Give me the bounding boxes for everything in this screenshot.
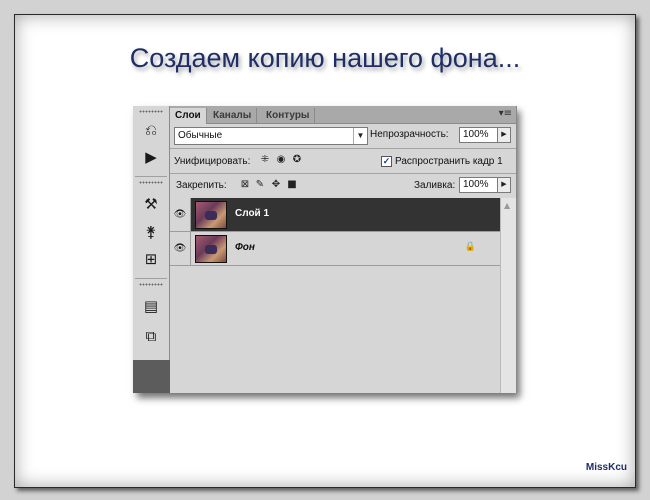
clone-source-icon[interactable]: ⊞ xyxy=(141,249,161,269)
blend-opacity-row: Обычные ▼ Непрозрачность: 100% ▶ xyxy=(170,124,516,148)
brushes-icon[interactable]: ⚵ xyxy=(141,222,161,242)
panel-dock: ⎌ ▶ ⚒ ⚵ ⊞ ▤ ⧉ xyxy=(133,106,170,393)
lock-label: Закрепить: xyxy=(176,180,227,191)
unify-position-icon[interactable]: ⁜ xyxy=(259,154,271,166)
watermark: MissKcu xyxy=(585,462,627,473)
layer-name[interactable]: Слой 1 xyxy=(235,208,269,219)
layer-comps-icon[interactable]: ⧉ xyxy=(141,326,161,346)
tool-presets-icon[interactable]: ⚒ xyxy=(141,194,161,214)
fill-arrow-icon[interactable]: ▶ xyxy=(497,177,511,193)
layer-row-background[interactable]: 👁 Фон 🔒 xyxy=(170,232,500,266)
layer-thumbnail xyxy=(195,201,227,229)
blend-mode-select[interactable]: Обычные ▼ xyxy=(174,127,368,145)
photoshop-layers-window: ⎌ ▶ ⚒ ⚵ ⊞ ▤ ⧉ Слои Каналы Контуры ▾≡ Обы… xyxy=(133,106,517,393)
tab-channels[interactable]: Каналы xyxy=(208,108,258,123)
blend-mode-value: Обычные xyxy=(178,130,223,141)
actions-play-icon[interactable]: ▶ xyxy=(141,147,161,167)
layer-name[interactable]: Фон xyxy=(235,242,255,253)
lock-transparency-icon[interactable]: ⊠ xyxy=(239,179,251,191)
unify-label: Унифицировать: xyxy=(174,156,251,167)
eye-icon[interactable]: 👁 xyxy=(170,198,191,231)
scroll-up-icon[interactable]: ▲ xyxy=(504,201,510,210)
chevron-down-icon[interactable]: ▼ xyxy=(353,128,367,144)
eye-icon[interactable]: 👁 xyxy=(170,232,191,265)
info-icon[interactable]: ▤ xyxy=(141,296,161,316)
opacity-input[interactable]: 100% xyxy=(459,127,498,143)
unify-visibility-icon[interactable]: ◉ xyxy=(275,154,287,166)
dock-divider-2 xyxy=(135,278,167,279)
fill-label: Заливка: xyxy=(414,180,456,191)
lock-brush-icon[interactable]: ✎ xyxy=(254,179,266,191)
propagate-label: Распространить кадр 1 xyxy=(395,156,503,167)
opacity-arrow-icon[interactable]: ▶ xyxy=(497,127,511,143)
dock-grip-3[interactable] xyxy=(139,283,163,286)
dock-grip[interactable] xyxy=(139,110,163,113)
layer-thumbnail xyxy=(195,235,227,263)
layers-panel: Слои Каналы Контуры ▾≡ Обычные ▼ Непрозр… xyxy=(170,106,517,393)
lock-all-icon[interactable]: ■ xyxy=(286,179,298,191)
propagate-checkbox[interactable]: ✓ xyxy=(381,156,392,167)
lock-fill-row: Закрепить: ⊠ ✎ ✥ ■ Заливка: 100% ▶ xyxy=(170,174,516,198)
dock-divider xyxy=(135,176,167,177)
unify-row: Унифицировать: ⁜ ◉ ✪ ✓ Распространить ка… xyxy=(170,149,516,173)
dock-grip-2[interactable] xyxy=(139,181,163,184)
layers-scrollbar[interactable]: ▲ xyxy=(500,198,516,393)
layer-row-1[interactable]: 👁 Слой 1 xyxy=(170,198,500,232)
history-icon[interactable]: ⎌ xyxy=(141,120,161,140)
opacity-label: Непрозрачность: xyxy=(370,129,449,140)
unify-style-icon[interactable]: ✪ xyxy=(291,154,303,166)
tab-paths[interactable]: Контуры xyxy=(261,108,316,123)
layers-list: 👁 Слой 1 👁 Фон 🔒 ▲ xyxy=(170,198,516,393)
lock-move-icon[interactable]: ✥ xyxy=(270,179,282,191)
tab-layers[interactable]: Слои xyxy=(170,108,207,124)
slide-title: Создаем копию нашего фона... xyxy=(129,43,521,73)
fill-input[interactable]: 100% xyxy=(459,177,498,193)
panel-menu-icon[interactable]: ▾≡ xyxy=(499,108,512,119)
slide-frame: Создаем копию нашего фона... ⎌ ▶ ⚒ ⚵ ⊞ ▤… xyxy=(14,14,636,488)
lock-icon: 🔒 xyxy=(464,242,476,252)
panel-tabbar: Слои Каналы Контуры ▾≡ xyxy=(170,106,516,124)
